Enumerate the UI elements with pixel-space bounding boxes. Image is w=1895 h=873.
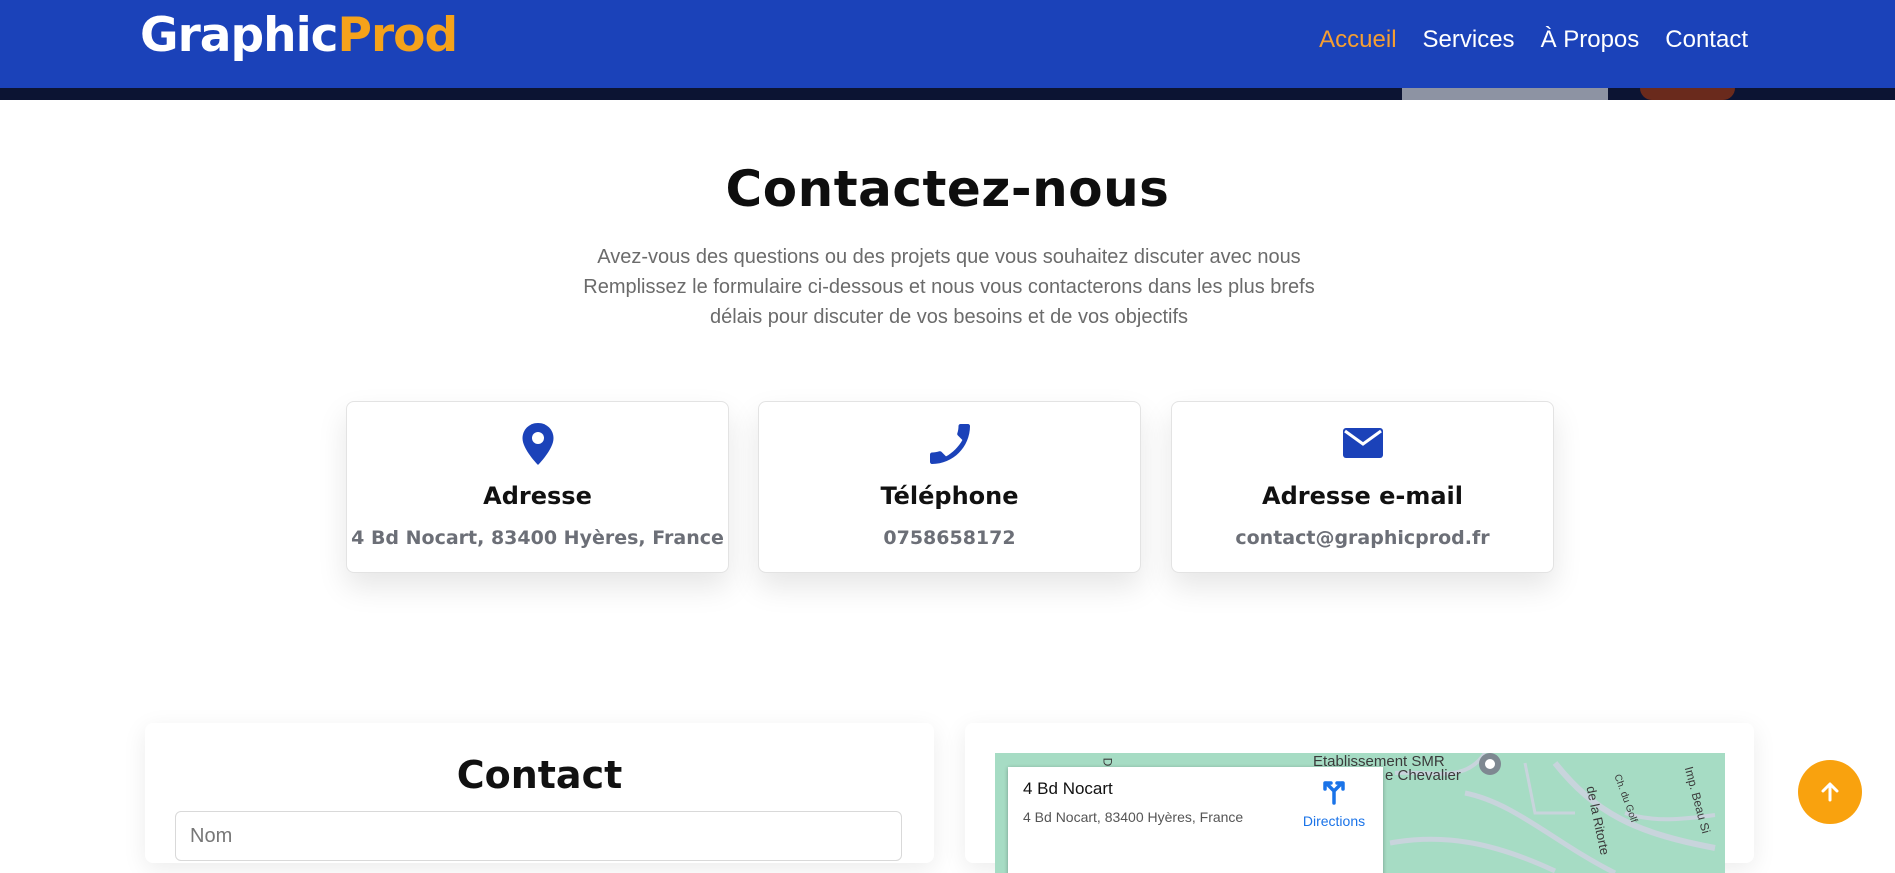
form-title: Contact xyxy=(456,753,623,797)
hero-image-strip xyxy=(0,88,1895,100)
page-title: Contactez-nous xyxy=(725,160,1170,218)
contact-form-panel: Contact xyxy=(145,723,934,863)
map-place-address: 4 Bd Nocart, 83400 Hyères, France xyxy=(1023,809,1244,825)
email-card: Adresse e-mail contact@graphicprod.fr xyxy=(1171,401,1554,573)
phone-value[interactable]: 0758658172 xyxy=(759,527,1140,549)
name-input[interactable] xyxy=(175,811,902,861)
email-title: Adresse e-mail xyxy=(1262,482,1463,510)
map-place-card: 4 Bd Nocart 4 Bd Nocart, 83400 Hyères, F… xyxy=(1008,767,1383,873)
directions-label: Directions xyxy=(1302,813,1366,829)
map-place-title: 4 Bd Nocart xyxy=(1023,779,1113,798)
nav-link-contact[interactable]: Contact xyxy=(1665,22,1748,58)
phone-icon xyxy=(759,422,1140,470)
arrow-up-icon xyxy=(1821,782,1839,802)
address-card: Adresse 4 Bd Nocart, 83400 Hyères, Franc… xyxy=(346,401,729,573)
map-marker-icon xyxy=(347,422,728,470)
page-subtitle: Avez-vous des questions ou des projets q… xyxy=(583,246,1315,328)
directions-icon xyxy=(1323,781,1345,805)
map-label-chevalier: e Chevalier xyxy=(1385,767,1461,784)
nav-link-a-propos[interactable]: À Propos xyxy=(1541,22,1640,58)
email-value[interactable]: contact@graphicprod.fr xyxy=(1172,527,1553,549)
phone-title: Téléphone xyxy=(880,482,1019,510)
nav-link-accueil[interactable]: Accueil xyxy=(1319,22,1396,58)
navbar: GraphicProd Accueil Services À Propos Co… xyxy=(0,0,1895,88)
nav-link-services[interactable]: Services xyxy=(1423,22,1515,58)
google-map[interactable]: Etablissement SMR e Chevalier de la Rito… xyxy=(995,753,1725,873)
address-value: 4 Bd Nocart, 83400 Hyères, France xyxy=(351,527,724,549)
main-nav: Accueil Services À Propos Contact xyxy=(1319,22,1748,58)
phone-card: Téléphone 0758658172 xyxy=(758,401,1141,573)
directions-button[interactable]: Directions xyxy=(1294,779,1374,829)
scroll-to-top-button[interactable] xyxy=(1798,760,1862,824)
address-title: Adresse xyxy=(483,482,592,510)
map-label-d: D xyxy=(1100,757,1115,767)
envelope-icon xyxy=(1172,422,1553,470)
logo-text-graphic: Graphic xyxy=(140,8,339,63)
map-pin-icon[interactable] xyxy=(1475,753,1505,785)
logo[interactable]: GraphicProd xyxy=(140,8,459,64)
logo-text-prod: Prod xyxy=(337,8,459,63)
